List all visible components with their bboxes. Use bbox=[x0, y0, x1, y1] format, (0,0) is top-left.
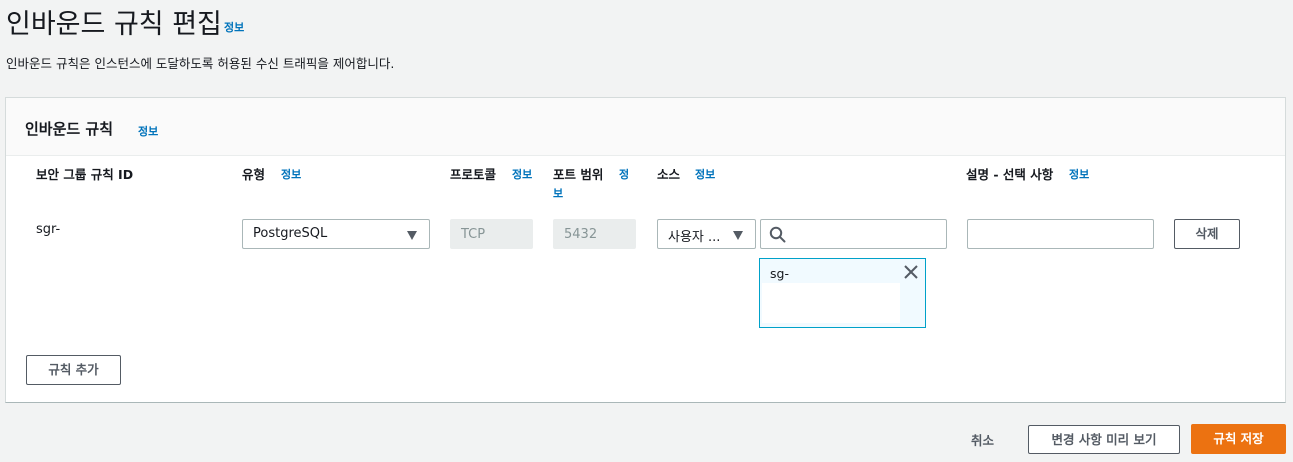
type-select[interactable]: PostgreSQL bbox=[242, 219, 430, 249]
source-type-value: 사용자 ... bbox=[668, 230, 721, 245]
protocol-value: TCP bbox=[461, 227, 486, 242]
column-header-port-range: 포트 범위 bbox=[553, 167, 604, 182]
token-detail-area bbox=[762, 283, 900, 323]
rule-id-value: sgr- bbox=[36, 222, 61, 237]
save-rules-button[interactable]: 규칙 저장 bbox=[1191, 424, 1286, 454]
column-header-description: 설명 - 선택 사항 bbox=[966, 167, 1054, 182]
page-title-info-link[interactable]: 정보 bbox=[224, 19, 244, 35]
port-range-value: 5432 bbox=[564, 227, 598, 242]
source-search-input[interactable] bbox=[760, 219, 947, 249]
protocol-field: TCP bbox=[450, 219, 533, 249]
source-token: sg- bbox=[759, 258, 926, 328]
description-input[interactable] bbox=[967, 219, 1154, 249]
port-range-field: 5432 bbox=[553, 219, 636, 249]
source-type-select[interactable]: 사용자 ... bbox=[657, 219, 756, 249]
type-info-link[interactable]: 정보 bbox=[281, 166, 301, 182]
panel-header: 인바운드 규칙 정보 bbox=[6, 98, 1285, 156]
protocol-info-link[interactable]: 정보 bbox=[512, 166, 532, 182]
column-header-rule-id: 보안 그룹 규칙 ID bbox=[36, 167, 134, 182]
type-select-value: PostgreSQL bbox=[253, 226, 328, 241]
caret-down-icon bbox=[733, 231, 743, 240]
add-rule-button[interactable]: 규칙 추가 bbox=[26, 355, 121, 385]
delete-rule-button[interactable]: 삭제 bbox=[1174, 219, 1240, 249]
source-token-label: sg- bbox=[770, 266, 789, 281]
page-description: 인바운드 규칙은 인스턴스에 도달하도록 허용된 수신 트래픽을 제어합니다. bbox=[6, 56, 395, 71]
cancel-button[interactable]: 취소 bbox=[971, 430, 994, 449]
caret-down-icon bbox=[407, 231, 417, 240]
port-info-link-part1[interactable]: 정 bbox=[619, 166, 629, 182]
search-icon bbox=[769, 226, 786, 243]
panel-title: 인바운드 규칙 bbox=[25, 120, 114, 138]
column-header-type: 유형 bbox=[242, 167, 266, 182]
preview-changes-button[interactable]: 변경 사항 미리 보기 bbox=[1028, 425, 1180, 454]
panel-info-link[interactable]: 정보 bbox=[138, 123, 158, 139]
column-header-source: 소스 bbox=[657, 167, 681, 182]
column-header-protocol: 프로토콜 bbox=[450, 167, 497, 182]
port-info-link-part2[interactable]: 보 bbox=[553, 185, 563, 201]
inbound-rules-panel: 인바운드 규칙 정보 보안 그룹 규칙 ID 유형 정보 프로토콜 정보 포트 … bbox=[5, 97, 1286, 403]
close-icon[interactable] bbox=[902, 263, 920, 281]
source-info-link[interactable]: 정보 bbox=[695, 166, 715, 182]
description-info-link[interactable]: 정보 bbox=[1069, 166, 1089, 182]
page-title: 인바운드 규칙 편집 bbox=[6, 9, 222, 40]
